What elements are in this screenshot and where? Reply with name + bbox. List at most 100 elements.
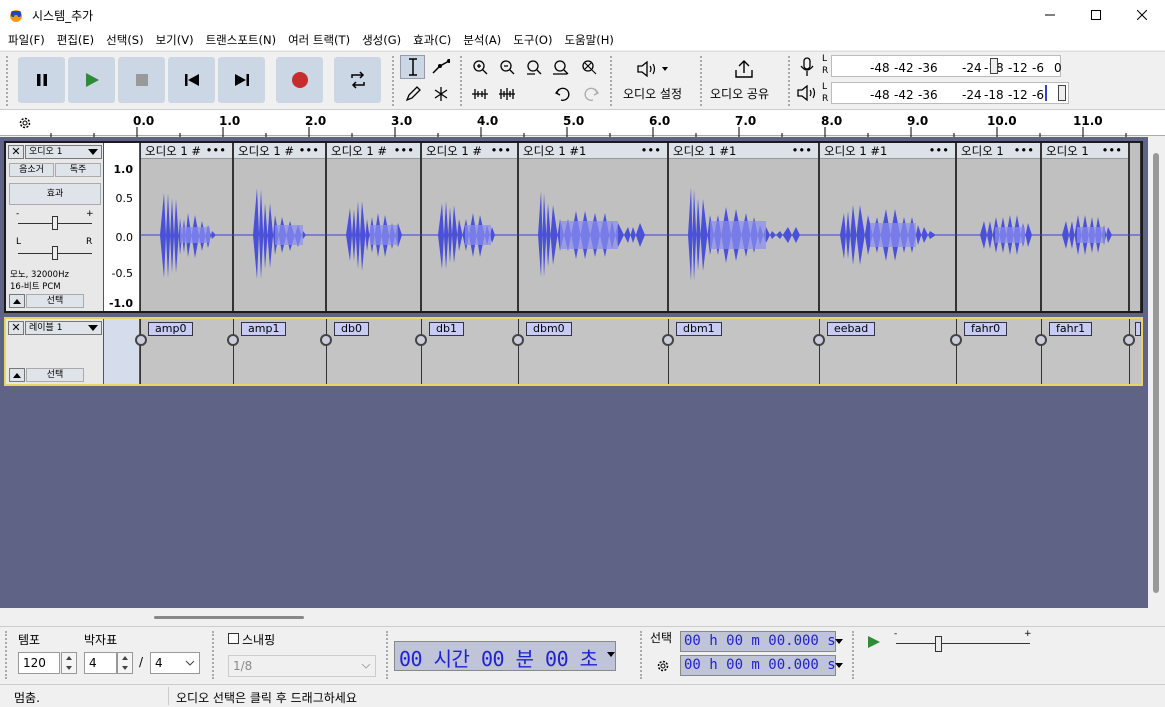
track-select-button[interactable]: 선택 (26, 294, 84, 308)
toolbar-grip[interactable] (852, 631, 856, 679)
horizontal-scrollbar[interactable] (0, 608, 1148, 625)
draw-tool-button[interactable] (400, 82, 425, 106)
audio-setup-button[interactable]: 오디오 설정 (617, 55, 695, 105)
label-item[interactable]: db1 (429, 322, 464, 336)
numerator-stepper[interactable] (117, 652, 133, 674)
track-name-menu[interactable]: 오디오 1 (25, 145, 102, 159)
gain-slider[interactable] (52, 216, 58, 230)
label-item[interactable]: dbm0 (526, 322, 572, 336)
toolbar-grip[interactable] (788, 56, 792, 106)
silence-button[interactable] (494, 82, 519, 106)
solo-button[interactable]: 독주 (55, 163, 101, 177)
loop-button[interactable] (334, 57, 381, 103)
zoom-out-button[interactable] (494, 55, 519, 79)
selection-tool-button[interactable] (400, 55, 425, 79)
chevron-down-icon[interactable] (607, 652, 615, 658)
track-close-button[interactable]: ✕ (8, 321, 24, 335)
label-handle[interactable] (662, 334, 674, 346)
tempo-stepper[interactable] (61, 652, 77, 674)
share-audio-button[interactable]: 오디오 공유 (706, 55, 782, 105)
label-track[interactable]: ✕ 레이블 1 선택 amp0 amp1 db0 db1 dbm0 dbm1 e… (4, 317, 1143, 386)
skip-start-button[interactable] (168, 57, 215, 103)
label-handle[interactable] (135, 334, 147, 346)
menu-effect[interactable]: 효과(C) (407, 32, 457, 48)
menu-view[interactable]: 보기(V) (150, 32, 200, 48)
envelope-tool-button[interactable] (428, 55, 453, 79)
toolbar-grip[interactable] (212, 631, 216, 679)
collapse-track-button[interactable] (9, 368, 25, 382)
play-at-speed-button[interactable] (862, 631, 886, 653)
selection-end-time[interactable]: 00 h 00 m 00.000 s (680, 655, 836, 676)
audio-track[interactable]: ✕ 오디오 1 음소거 독주 효과 - + L R 모노, 32000Hz 16… (4, 141, 1143, 313)
stop-button[interactable] (118, 57, 165, 103)
timeline-ruler[interactable]: 0.0 1.0 2.0 3.0 4.0 5.0 6.0 7.0 8.0 9.0 … (0, 109, 1165, 137)
menu-edit[interactable]: 편집(E) (51, 32, 100, 48)
trim-button[interactable] (467, 82, 492, 106)
speed-slider[interactable] (935, 636, 942, 652)
toolbar-grip[interactable] (610, 56, 614, 106)
label-item[interactable]: db0 (334, 322, 369, 336)
zoom-in-button[interactable] (467, 55, 492, 79)
menu-transport[interactable]: 트랜스포트(N) (200, 32, 282, 48)
record-meter[interactable]: -48 -42 -36 -24 -18 -12 -6 0 (831, 55, 1062, 77)
label-handle[interactable] (415, 334, 427, 346)
label-item[interactable]: amp1 (241, 322, 287, 336)
pause-button[interactable] (18, 57, 65, 103)
selection-settings-button[interactable] (653, 656, 673, 676)
label-item[interactable]: dbm1 (676, 322, 722, 336)
toolbar-grip[interactable] (460, 56, 464, 106)
toolbar-grip[interactable] (700, 56, 704, 106)
vertical-scroll-thumb[interactable] (1153, 153, 1159, 593)
record-button[interactable] (276, 57, 323, 103)
label-area[interactable]: amp0 amp1 db0 db1 dbm0 dbm1 eebad fahr0 … (135, 319, 1141, 384)
horizontal-scroll-thumb[interactable] (154, 616, 304, 619)
multi-tool-button[interactable] (428, 82, 453, 106)
pan-slider[interactable] (52, 246, 58, 260)
label-item[interactable]: eebad (827, 322, 876, 336)
menu-analyze[interactable]: 분석(A) (457, 32, 507, 48)
toolbar-grip[interactable] (392, 56, 396, 106)
effects-button[interactable]: 효과 (9, 183, 101, 205)
label-handle[interactable] (512, 334, 524, 346)
label-handle[interactable] (950, 334, 962, 346)
menu-help[interactable]: 도움말(H) (558, 32, 619, 48)
track-select-button[interactable]: 선택 (26, 368, 84, 382)
label-handle[interactable] (320, 334, 332, 346)
menu-tools[interactable]: 도구(O) (507, 32, 558, 48)
play-level-slider[interactable] (1058, 85, 1066, 101)
snap-checkbox[interactable] (228, 633, 239, 644)
menu-tracks[interactable]: 여러 트랙(T) (282, 32, 356, 48)
amplitude-scale[interactable]: 1.0 0.5 0.0 -0.5 -1.0 (104, 143, 140, 311)
skip-end-button[interactable] (218, 57, 265, 103)
chevron-down-icon[interactable] (835, 663, 843, 669)
snap-dropdown[interactable]: 1/8 (228, 655, 376, 677)
time-display[interactable]: 00 시간 00 분 00 초 (394, 641, 616, 671)
label-handle[interactable] (1035, 334, 1047, 346)
label-handle[interactable] (227, 334, 239, 346)
tempo-input[interactable]: 120 (18, 652, 60, 674)
mute-button[interactable]: 음소거 (9, 163, 54, 177)
toolbar-grip[interactable] (6, 56, 10, 106)
chevron-down-icon[interactable] (835, 639, 843, 645)
vertical-scrollbar[interactable] (1148, 137, 1165, 608)
redo-button[interactable] (578, 82, 603, 106)
menu-generate[interactable]: 생성(G) (356, 32, 407, 48)
waveform-area[interactable]: 오디오 1 # ••• 오디오 1 # ••• 오디오 1 # ••• 오디오 1 #… (140, 143, 1141, 311)
zoom-toggle-button[interactable] (576, 55, 601, 79)
toolbar-grip[interactable] (640, 631, 644, 679)
track-close-button[interactable]: ✕ (8, 145, 24, 159)
selection-start-time[interactable]: 00 h 00 m 00.000 s (680, 631, 836, 652)
label-item[interactable] (1135, 322, 1141, 336)
menu-file[interactable]: 파일(F) (2, 32, 51, 48)
time-signature-numerator[interactable]: 4 (84, 652, 117, 674)
fit-project-button[interactable] (548, 55, 573, 79)
toolbar-grip[interactable] (386, 631, 390, 679)
collapse-track-button[interactable] (9, 294, 25, 308)
close-button[interactable] (1119, 0, 1165, 30)
menu-select[interactable]: 선택(S) (100, 32, 149, 48)
label-item[interactable]: amp0 (148, 322, 194, 336)
fit-selection-button[interactable] (521, 55, 546, 79)
maximize-button[interactable] (1073, 0, 1119, 30)
label-item[interactable]: fahr1 (1049, 322, 1093, 336)
label-item[interactable]: fahr0 (964, 322, 1008, 336)
